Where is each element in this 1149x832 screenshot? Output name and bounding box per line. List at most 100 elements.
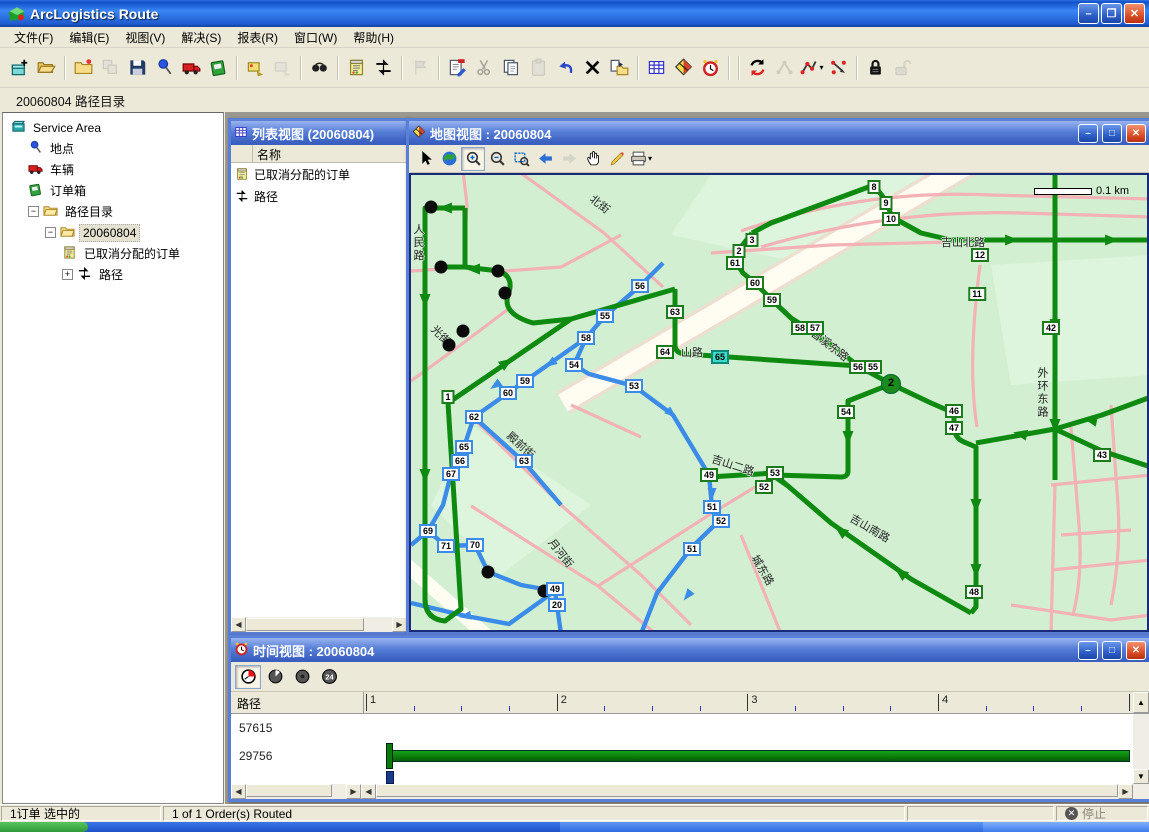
time-view-button[interactable]	[697, 54, 724, 81]
stop-dot[interactable]	[435, 261, 448, 274]
stop-marker[interactable]: 48	[965, 585, 983, 599]
scroll-right-icon[interactable]: ▶	[392, 617, 407, 632]
pointer-tool-button[interactable]	[413, 147, 437, 171]
map-view-button[interactable]	[670, 54, 697, 81]
time-cursor-marker[interactable]	[386, 771, 394, 784]
import-orders-button[interactable]	[242, 54, 269, 81]
time-ruler[interactable]: 1234	[364, 692, 1133, 713]
menu-item[interactable]: 窗口(W)	[286, 27, 345, 48]
stop-marker[interactable]: 69	[419, 524, 437, 538]
stop-marker[interactable]: 51	[703, 500, 721, 514]
stop-marker[interactable]: 20	[548, 598, 566, 612]
orders-list-button[interactable]	[343, 54, 370, 81]
time-view-titlebar[interactable]: 时间视图 : 20060804 – □ ✕	[231, 638, 1149, 662]
scroll-up-icon[interactable]: ▲	[1133, 692, 1149, 713]
collapse-icon[interactable]: −	[28, 206, 39, 217]
menu-item[interactable]: 编辑(E)	[61, 27, 117, 48]
stop-marker[interactable]: 12	[971, 248, 989, 262]
stop-marker[interactable]: 63	[515, 454, 533, 468]
pan-tool-button[interactable]	[581, 147, 605, 171]
tree-item--[interactable]: 订单箱	[3, 180, 223, 201]
route-time-bar[interactable]	[391, 750, 1130, 762]
stop-marker[interactable]: 46	[945, 404, 963, 418]
stop-marker[interactable]: 11	[968, 287, 986, 301]
time-minimize-button[interactable]: –	[1078, 641, 1098, 660]
stop-marker[interactable]: 66	[451, 454, 469, 468]
stop-dot[interactable]	[425, 201, 438, 214]
tree-item-20060804[interactable]: −20060804	[3, 222, 223, 243]
stop-marker[interactable]: 47	[945, 421, 963, 435]
stop-marker[interactable]: 53	[625, 379, 643, 393]
save-button[interactable]	[124, 54, 151, 81]
find-button[interactable]	[306, 54, 333, 81]
start-button-sliver[interactable]	[0, 822, 88, 832]
open-project-button[interactable]	[33, 54, 60, 81]
build-routes-button[interactable]	[744, 54, 771, 81]
draw-tool-button[interactable]	[605, 147, 629, 171]
properties-button[interactable]	[444, 54, 471, 81]
route-marker[interactable]: 2	[881, 374, 901, 394]
stop-marker[interactable]: 60	[746, 276, 764, 290]
stop-marker[interactable]: 65	[455, 440, 473, 454]
time-column-header[interactable]: 路径	[231, 692, 364, 713]
list-hscroll-thumb[interactable]	[246, 618, 364, 631]
stop-marker[interactable]: 71	[437, 539, 455, 553]
expand-icon[interactable]: +	[62, 269, 73, 280]
route-row[interactable]: 57615	[231, 714, 1149, 742]
time-maximize-button[interactable]: □	[1102, 641, 1122, 660]
delete-button[interactable]	[579, 54, 606, 81]
list-view-button[interactable]	[643, 54, 670, 81]
new-project-button[interactable]	[6, 54, 33, 81]
label-hscroll-thumb[interactable]	[246, 784, 332, 797]
list-item[interactable]: 已取消分配的订单	[231, 163, 407, 185]
stop-marker[interactable]: 49	[546, 582, 564, 596]
menu-item[interactable]: 帮助(H)	[345, 27, 402, 48]
routes-tool-button[interactable]	[370, 54, 397, 81]
prev-extent-tool-button[interactable]	[533, 147, 557, 171]
stop-marker[interactable]: 57	[806, 321, 824, 335]
stop-marker[interactable]: 54	[565, 358, 583, 372]
time-vscrollbar[interactable]: ▼	[1133, 714, 1149, 784]
stop-dot[interactable]	[482, 566, 495, 579]
stop-marker[interactable]: 1	[441, 390, 454, 404]
zoom-out-tool-button[interactable]	[485, 147, 509, 171]
stop-marker[interactable]: 8	[867, 180, 880, 194]
map-view-titlebar[interactable]: 地图视图 : 20060804 – □ ✕	[409, 121, 1149, 145]
unassign-button[interactable]	[825, 54, 852, 81]
restore-button[interactable]: ❐	[1101, 3, 1122, 24]
clock-quarter-button[interactable]	[235, 665, 261, 689]
map-canvas[interactable]: 0.1 km 北街人民路光街山路吉山北路智溪东路外环东路吉山南路月河街城东路殿前…	[409, 173, 1149, 632]
scroll-left-icon[interactable]: ◀	[231, 617, 246, 632]
scroll-down-icon[interactable]: ▼	[1133, 769, 1149, 784]
stop-marker[interactable]: 53	[766, 466, 784, 480]
clock-24-button[interactable]: 24	[316, 665, 342, 689]
stop-button[interactable]: ✕ 停止	[1056, 806, 1148, 821]
stop-marker[interactable]: 59	[516, 374, 534, 388]
chart-scroll-right-icon[interactable]: ▶	[1118, 784, 1133, 799]
stop-dot[interactable]	[499, 287, 512, 300]
map-maximize-button[interactable]: □	[1102, 124, 1122, 143]
list-view-titlebar[interactable]: 列表视图 (20060804)	[231, 121, 407, 145]
order-box-button[interactable]	[205, 54, 232, 81]
list-hscrollbar[interactable]: ◀ ▶	[231, 617, 407, 632]
tree-item-service-area[interactable]: Service Area	[3, 117, 223, 138]
stop-marker[interactable]: 58	[577, 331, 595, 345]
chart-hscroll-thumb[interactable]	[376, 784, 1118, 797]
stop-marker[interactable]: 67	[442, 467, 460, 481]
stop-marker[interactable]: 43	[1093, 448, 1111, 462]
globe-tool-button[interactable]	[437, 147, 461, 171]
map-minimize-button[interactable]: –	[1078, 124, 1098, 143]
chart-scroll-left-icon[interactable]: ◀	[361, 784, 376, 799]
tree-item--[interactable]: 已取消分配的订单	[3, 243, 223, 264]
stop-marker[interactable]: 70	[466, 538, 484, 552]
undo-button[interactable]	[552, 54, 579, 81]
minimize-button[interactable]: –	[1078, 3, 1099, 24]
stop-marker[interactable]: 52	[755, 480, 773, 494]
stop-marker[interactable]: 42	[1042, 321, 1060, 335]
stop-marker[interactable]: 61	[726, 256, 744, 270]
menu-item[interactable]: 视图(V)	[117, 27, 173, 48]
collapse-icon[interactable]: −	[45, 227, 56, 238]
print-tool-button[interactable]: ▾	[629, 147, 653, 171]
stop-marker[interactable]: 3	[745, 233, 758, 247]
taskbar-item[interactable]	[560, 822, 983, 832]
